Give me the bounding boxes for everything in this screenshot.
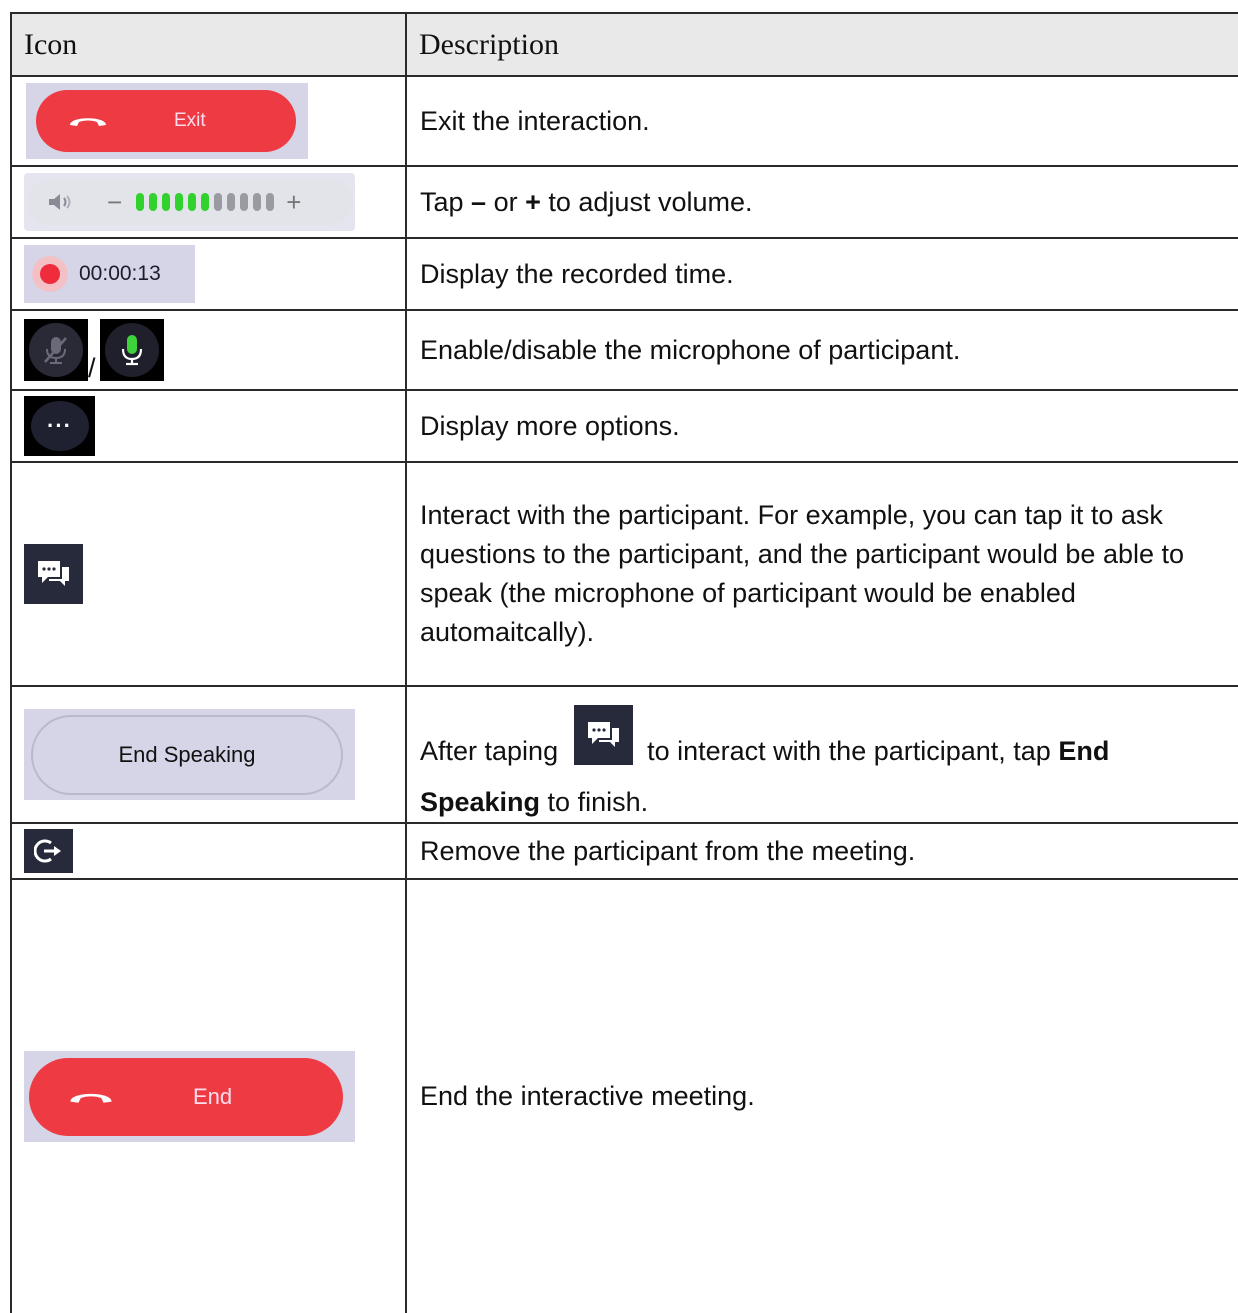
table-row: Exit Exit the interaction. [10,75,1238,167]
volume-bar [149,193,158,211]
end-speaking-screenshot: End Speaking [24,709,355,800]
volume-bar [162,193,171,211]
icon-cell: 00:00:13 [10,237,407,311]
end-meeting-screenshot: End [24,1051,355,1142]
volume-bar [253,193,262,211]
hang-up-icon [70,118,106,126]
record-dot-icon [32,256,68,292]
volume-bar [214,193,223,211]
table-row: End Speaking After taping to interact wi… [10,685,1238,824]
table-row: End End the interactive meeting. [10,878,1238,1313]
table-row: Remove the participant from the meeting. [10,822,1238,880]
hang-up-icon [70,1093,112,1103]
remove-participant-icon [24,829,73,873]
interact-chat-icon [574,705,634,765]
table-row: − + Tap – or + to adjust volume. [10,165,1238,239]
table-row: / Enable/disable the microphone of parti… [10,309,1238,391]
table-row: Interact with the participant. For examp… [10,461,1238,687]
description-cell: Interact with the participant. For examp… [405,461,1238,687]
volume-bar [136,193,145,211]
icon-cell [10,822,407,880]
icon-cell: End Speaking [10,685,407,824]
description-cell: Tap – or + to adjust volume. [405,165,1238,239]
icon-cell: ··· [10,389,407,463]
volume-bar [240,193,249,211]
description-cell: Remove the participant from the meeting. [405,822,1238,880]
description-cell: Exit the interaction. [405,75,1238,167]
description-cell: After taping to interact with the partic… [405,685,1238,824]
table-row: 00:00:13 Display the recorded time. [10,237,1238,311]
volume-bar [227,193,236,211]
volume-plus-icon: + [286,186,302,217]
header-row: Icon Description [10,12,1238,77]
more-options-icon: ··· [24,396,95,456]
exit-label: Exit [174,110,206,131]
separator: / [88,353,96,383]
recording-timer-screenshot: 00:00:13 [24,245,195,303]
end-label: End [193,1083,233,1109]
interact-chat-icon [24,544,83,604]
header-description: Description [405,12,1238,77]
table-row: ··· Display more options. [10,389,1238,463]
icon-cell [10,461,407,687]
volume-bar [201,193,210,211]
description-cell: End the interactive meeting. [405,878,1238,1313]
exit-button-screenshot: Exit [26,83,308,159]
exit-button: Exit [36,90,296,152]
end-meeting-button: End [29,1057,343,1136]
volume-minus-icon: − [107,186,123,217]
description-cell: Display more options. [405,389,1238,463]
description-cell: Enable/disable the microphone of partici… [405,309,1238,391]
speaker-icon [49,194,71,210]
header-icon: Icon [10,12,407,77]
microphone-on-icon [99,319,164,381]
recorded-time: 00:00:13 [79,262,161,285]
volume-bar [266,193,275,211]
end-speaking-button: End Speaking [31,714,343,795]
volume-bar [175,193,184,211]
icon-cell: End [10,878,407,1313]
volume-control-screenshot: − + [24,173,355,231]
microphone-off-icon [24,319,88,381]
icon-cell: / [10,309,407,391]
description-cell: Display the recorded time. [405,237,1238,311]
icon-cell: Exit [10,75,407,167]
icon-description-table: Icon Description Exit Exit the interacti… [10,12,1238,1313]
volume-level-bars [136,193,275,211]
volume-bar [188,193,197,211]
icon-cell: − + [10,165,407,239]
